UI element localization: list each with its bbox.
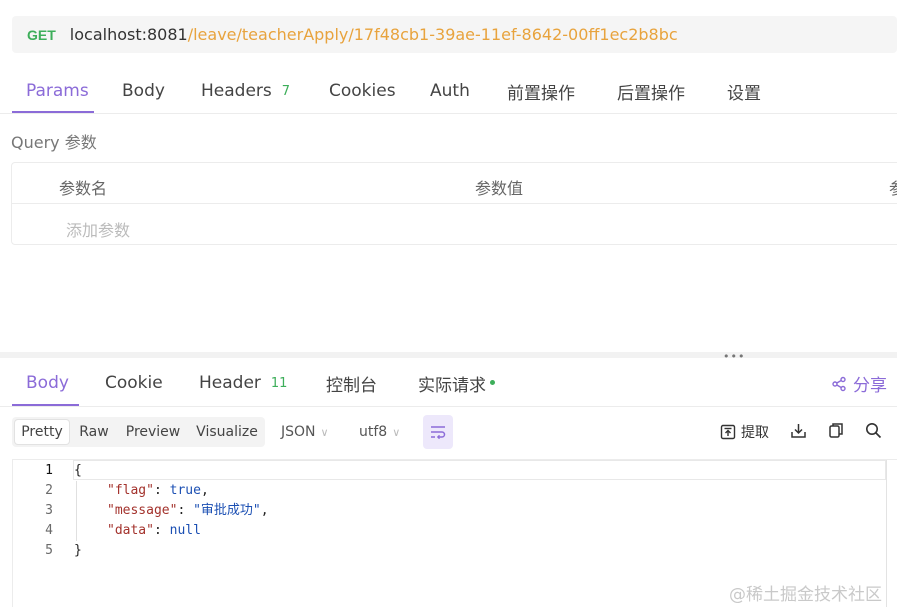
tab-console[interactable]: 控制台 <box>326 364 377 402</box>
response-tabs-divider <box>0 406 897 407</box>
mode-visualize[interactable]: Visualize <box>191 420 263 444</box>
code-line: } <box>74 541 269 561</box>
json-key: "flag" <box>107 483 154 498</box>
tab-console-label: 控制台 <box>326 375 377 396</box>
download-button[interactable] <box>790 422 807 439</box>
tab-actual-request-label: 实际请求 <box>418 375 486 396</box>
code-line: "data": null <box>74 521 269 541</box>
editor-scrollbar[interactable] <box>886 460 887 607</box>
json-key: "data" <box>107 523 154 538</box>
share-button[interactable]: 分享 <box>831 371 887 396</box>
watermark: @稀土掘金技术社区 <box>729 585 882 605</box>
url-host: localhost:8081 <box>69 25 188 44</box>
chevron-down-icon: ∨ <box>320 425 329 439</box>
word-wrap-button[interactable] <box>423 415 453 449</box>
download-icon <box>791 424 806 438</box>
line-number: 1 <box>45 463 53 478</box>
tab-cookies-label: Cookies <box>329 81 396 101</box>
tab-headers-label: Headers <box>201 81 272 101</box>
json-value: null <box>169 523 201 538</box>
extract-icon <box>720 424 736 440</box>
query-params-table: 参数名 参数值 参 添加参数 <box>11 162 897 245</box>
json-value: true <box>169 483 201 498</box>
column-param-value: 参数值 <box>475 179 524 198</box>
copy-button[interactable] <box>828 422 844 439</box>
line-number: 4 <box>45 523 53 538</box>
format-value: JSON <box>281 424 316 440</box>
tab-actual-request[interactable]: 实际请求 <box>418 364 495 402</box>
format-select[interactable]: JSON ∨ <box>281 424 329 440</box>
indent-guide <box>76 521 107 541</box>
tab-body[interactable]: Body <box>122 72 165 110</box>
extract-button[interactable]: 提取 <box>720 422 769 442</box>
line-number: 5 <box>45 543 53 558</box>
tab-post-operations-label: 后置操作 <box>617 83 685 104</box>
indent-guide <box>76 481 107 501</box>
request-tabs: Params Body Headers 7 Cookies Auth 前置操作 后… <box>0 72 897 110</box>
json-brace: { <box>74 463 82 478</box>
tab-settings[interactable]: 设置 <box>727 72 761 110</box>
line-number: 2 <box>45 483 53 498</box>
encoding-value: utf8 <box>359 424 388 440</box>
line-number: 3 <box>45 503 53 518</box>
column-param-description: 参 <box>889 175 897 199</box>
word-wrap-icon <box>431 426 446 439</box>
json-brace: } <box>74 543 82 558</box>
tab-response-body[interactable]: Body <box>26 364 69 402</box>
tab-response-body-label: Body <box>26 373 69 393</box>
panel-resizer[interactable] <box>0 352 897 358</box>
share-label: 分享 <box>853 376 887 396</box>
column-param-name: 参数名 <box>59 179 108 198</box>
mode-raw[interactable]: Raw <box>73 420 115 444</box>
tab-headers[interactable]: Headers 7 <box>201 72 290 110</box>
query-section-label: Query 参数 <box>11 133 97 152</box>
url-path: /leave/teacherApply/17f48cb1-39ae-11ef-8… <box>187 25 678 44</box>
search-icon <box>866 423 882 439</box>
resize-handle-icon[interactable]: ••• <box>723 350 745 363</box>
code-line: "message": "审批成功", <box>74 501 269 521</box>
query-table-header: 参数名 参数值 参 <box>12 163 897 204</box>
status-dot <box>490 379 495 385</box>
response-header-count-badge: 11 <box>270 375 288 391</box>
tab-params-label: Params <box>26 81 89 101</box>
add-param-input[interactable]: 添加参数 <box>66 217 130 241</box>
json-comma: , <box>260 503 269 518</box>
tab-auth[interactable]: Auth <box>430 72 470 110</box>
indent-guide <box>76 501 107 521</box>
code-line: { <box>74 461 269 481</box>
tab-params[interactable]: Params <box>26 72 89 110</box>
json-code: { "flag": true, "message": "审批成功", "data… <box>74 461 269 561</box>
search-button[interactable] <box>865 422 882 439</box>
encoding-select[interactable]: utf8 ∨ <box>359 424 400 440</box>
copy-icon <box>829 423 843 438</box>
json-value: "审批成功" <box>193 503 261 518</box>
tab-body-label: Body <box>122 81 165 101</box>
response-tabs: Body Cookie Header 11 控制台 实际请求 <box>0 364 897 402</box>
line-number-gutter: 1 2 3 4 5 <box>13 461 53 561</box>
tab-response-header-label: Header <box>199 373 261 393</box>
mode-pretty[interactable]: Pretty <box>15 420 69 444</box>
code-line: "flag": true, <box>74 481 269 501</box>
json-key: "message" <box>107 503 178 518</box>
headers-count-badge: 7 <box>281 83 291 99</box>
tabs-divider <box>0 113 897 114</box>
tab-pre-operations[interactable]: 前置操作 <box>507 72 575 110</box>
tab-post-operations[interactable]: 后置操作 <box>617 72 685 110</box>
tab-cookies[interactable]: Cookies <box>329 72 396 110</box>
tab-response-cookie-label: Cookie <box>105 373 163 393</box>
view-mode-switch: Pretty Raw Preview Visualize <box>12 417 265 447</box>
extract-label: 提取 <box>741 425 769 441</box>
tab-response-header[interactable]: Header 11 <box>199 364 287 402</box>
mode-preview[interactable]: Preview <box>119 420 187 444</box>
tab-auth-label: Auth <box>430 81 470 101</box>
tab-settings-label: 设置 <box>727 83 761 104</box>
url-bar[interactable]: GET localhost:8081/leave/teacherApply/17… <box>12 16 897 53</box>
chevron-down-icon: ∨ <box>392 425 401 439</box>
share-icon <box>832 376 846 391</box>
json-comma: , <box>200 483 209 498</box>
tab-pre-operations-label: 前置操作 <box>507 83 575 104</box>
http-method[interactable]: GET <box>27 27 56 43</box>
tab-response-cookie[interactable]: Cookie <box>105 364 163 402</box>
